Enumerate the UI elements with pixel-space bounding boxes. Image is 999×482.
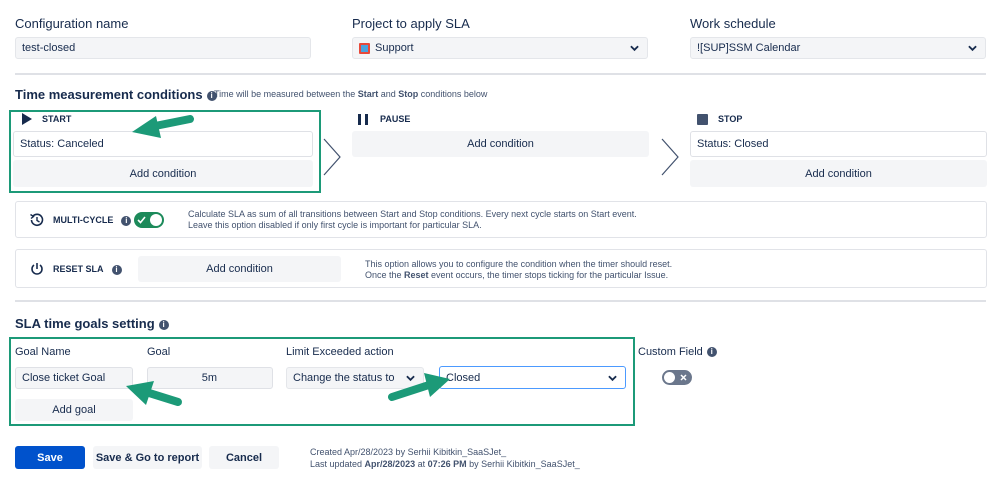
audit-info: Created Apr/28/2023 by Serhii Kibitkin_S… xyxy=(310,446,580,470)
updated-info: Last updated Apr/28/2023 at 07:26 PM by … xyxy=(310,458,580,470)
updated-date: Apr/28/2023 xyxy=(364,459,416,469)
save-button[interactable]: Save xyxy=(15,446,85,469)
updated-text: Last updated xyxy=(310,459,365,469)
annotation-arrow xyxy=(388,373,450,401)
updated-text: at xyxy=(415,459,428,469)
created-info: Created Apr/28/2023 by Serhii Kibitkin_S… xyxy=(310,447,507,457)
updated-time: 07:26 PM xyxy=(427,459,467,469)
annotation-arrow xyxy=(132,115,194,138)
save-and-report-button[interactable]: Save & Go to report xyxy=(93,446,202,469)
cancel-button[interactable]: Cancel xyxy=(209,446,279,469)
annotation-arrows xyxy=(126,115,450,406)
annotation-arrow xyxy=(126,381,182,406)
updated-text: by Serhii Kibitkin_SaaSJet_ xyxy=(466,459,580,469)
